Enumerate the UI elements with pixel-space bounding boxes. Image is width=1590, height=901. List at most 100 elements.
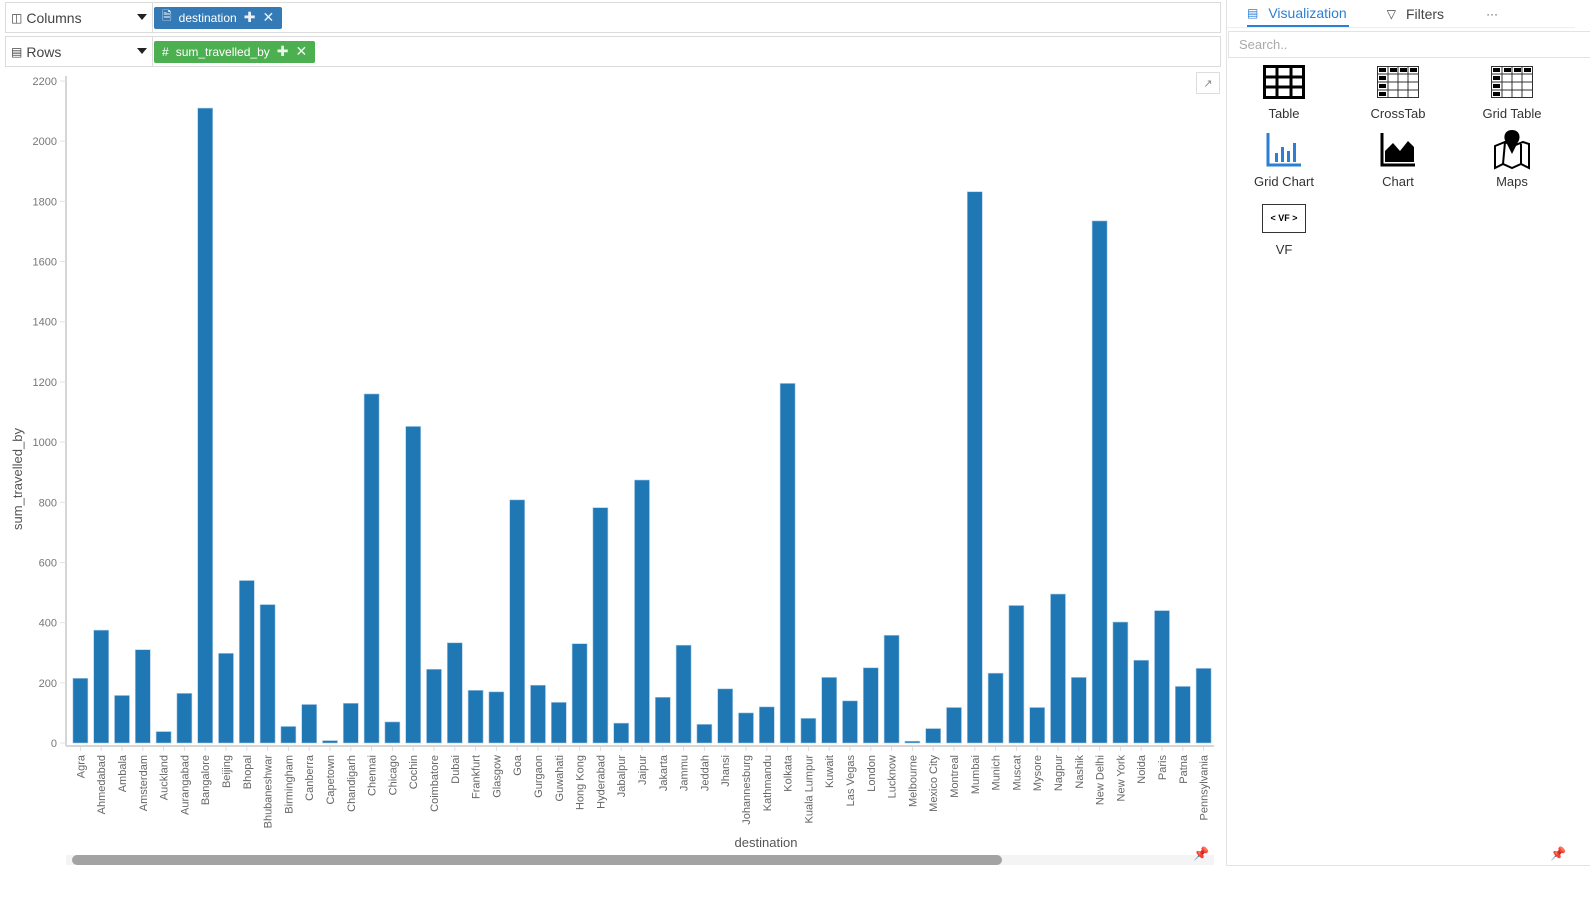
tab-more[interactable]: ··· (1486, 0, 1498, 27)
table-icon (1263, 65, 1305, 99)
x-tick-label: Melbourne (907, 755, 919, 807)
bar (696, 724, 713, 744)
viz-item-chart[interactable]: Chart (1343, 130, 1453, 189)
columns-shelf-label[interactable]: ◫ Columns (6, 3, 153, 32)
x-tick-label: Munich (991, 755, 1003, 790)
hash-icon: # (162, 44, 169, 59)
more-icon: ··· (1486, 6, 1499, 21)
bar (634, 479, 650, 744)
tab-visualization[interactable]: ▤ Visualization (1247, 0, 1349, 27)
bar (1133, 659, 1149, 744)
bar (488, 691, 505, 744)
scrollbar-thumb[interactable] (72, 855, 1002, 865)
x-tick-label: Capetown (325, 755, 337, 805)
x-tick-label: Agra (75, 754, 87, 778)
x-tick-label: Amsterdam (138, 755, 150, 811)
bar (322, 740, 338, 744)
x-tick-label: Ambala (117, 754, 129, 792)
x-tick-label: Kathmandu (762, 755, 774, 811)
x-tick-label: Bangalore (200, 755, 212, 805)
x-tick-label: Chennai (367, 755, 379, 796)
bar (405, 426, 421, 744)
viz-item-crosstab[interactable]: CrossTab (1343, 62, 1453, 121)
y-tick-label: 200 (39, 678, 57, 690)
bar (114, 695, 130, 744)
trend-line-button[interactable]: ↗ (1196, 72, 1220, 94)
bar (530, 684, 546, 744)
search-input[interactable]: Search.. (1228, 31, 1590, 58)
x-tick-label: Bhubaneshwar (263, 755, 275, 829)
close-icon[interactable]: ✕ (262, 9, 274, 26)
chart-icon (1380, 133, 1415, 167)
x-tick-label: Chicago (387, 755, 399, 795)
x-tick-label: Jakarta (658, 754, 670, 791)
x-tick-label: Hong Kong (575, 755, 587, 810)
grid-table-icon (1491, 66, 1533, 98)
bar (1195, 668, 1212, 744)
viz-item-table[interactable]: Table (1229, 62, 1339, 121)
bar (176, 693, 193, 744)
bar (447, 642, 463, 744)
destination-pill-label: destination (178, 10, 237, 25)
viz-item-vf[interactable]: < VF > VF (1229, 198, 1339, 257)
rows-label: Rows (26, 43, 62, 60)
tab-filters[interactable]: ▽ Filters (1387, 0, 1444, 27)
bar (363, 393, 380, 744)
x-tick-label: Jhansi (720, 755, 732, 787)
bar (1050, 593, 1066, 744)
bar (280, 726, 297, 744)
x-tick-label: New York (1115, 755, 1127, 802)
pin-icon[interactable]: 📌 (1550, 846, 1566, 862)
chevron-down-icon[interactable] (137, 48, 147, 54)
bar (821, 677, 837, 744)
bar (1175, 686, 1191, 744)
viz-item-grid-table[interactable]: Grid Table (1457, 62, 1567, 121)
viz-item-label: Maps (1496, 174, 1528, 189)
x-tick-label: Nagpur (1053, 755, 1065, 791)
pin-icon[interactable]: 📌 (1193, 846, 1209, 862)
viz-item-label: Chart (1382, 174, 1414, 189)
bar (301, 704, 317, 744)
y-tick-label: 800 (39, 497, 57, 509)
destination-pill[interactable]: 🗎 destination ✚ ✕ (154, 6, 283, 29)
x-tick-label: Kuwait (824, 755, 836, 788)
bar (218, 653, 234, 744)
close-icon[interactable]: ✕ (295, 43, 307, 60)
sum-travelled-by-pill[interactable]: # sum_travelled_by ✚ ✕ (154, 40, 316, 63)
x-tick-label: Chandigarh (346, 755, 358, 812)
rows-shelf-label[interactable]: ▤ Rows (6, 37, 153, 66)
x-tick-label: Aurangabad (179, 755, 191, 815)
x-tick-label: Noida (1136, 754, 1148, 784)
x-tick-label: Auckland (159, 755, 171, 800)
bar (863, 667, 879, 744)
y-axis-label: sum_travelled_by (10, 428, 25, 530)
viz-item-grid-chart[interactable]: Grid Chart (1229, 130, 1339, 189)
bar (1154, 610, 1170, 744)
viz-item-label: Grid Table (1482, 106, 1542, 121)
x-tick-label: Jaipur (637, 755, 649, 785)
bar (946, 707, 962, 744)
chevron-down-icon[interactable] (137, 14, 147, 20)
move-icon[interactable]: ✚ (277, 43, 289, 60)
x-tick-label: New Delhi (1095, 755, 1107, 805)
x-tick-label: Glasgow (491, 755, 503, 798)
bar (675, 644, 692, 744)
horizontal-scrollbar[interactable] (66, 855, 1214, 865)
bar (904, 740, 921, 744)
x-tick-label: Las Vegas (845, 755, 857, 807)
bar (571, 643, 588, 744)
x-tick-label: Jammu (679, 755, 691, 791)
y-tick-label: 1200 (33, 377, 57, 389)
viz-item-maps[interactable]: Maps (1457, 130, 1567, 189)
grid-chart-icon (1266, 133, 1301, 167)
columns-shelf: ◫ Columns 🗎 destination ✚ ✕ (5, 2, 1221, 33)
bar (467, 690, 484, 744)
x-tick-label: Hyderabad (595, 755, 607, 809)
x-tick-label: Cochin (408, 755, 420, 789)
bar (155, 731, 172, 744)
y-tick-label: 1600 (33, 257, 57, 269)
bar (842, 700, 858, 744)
bar (509, 499, 525, 744)
move-icon[interactable]: ✚ (244, 9, 256, 26)
bar (135, 649, 151, 744)
